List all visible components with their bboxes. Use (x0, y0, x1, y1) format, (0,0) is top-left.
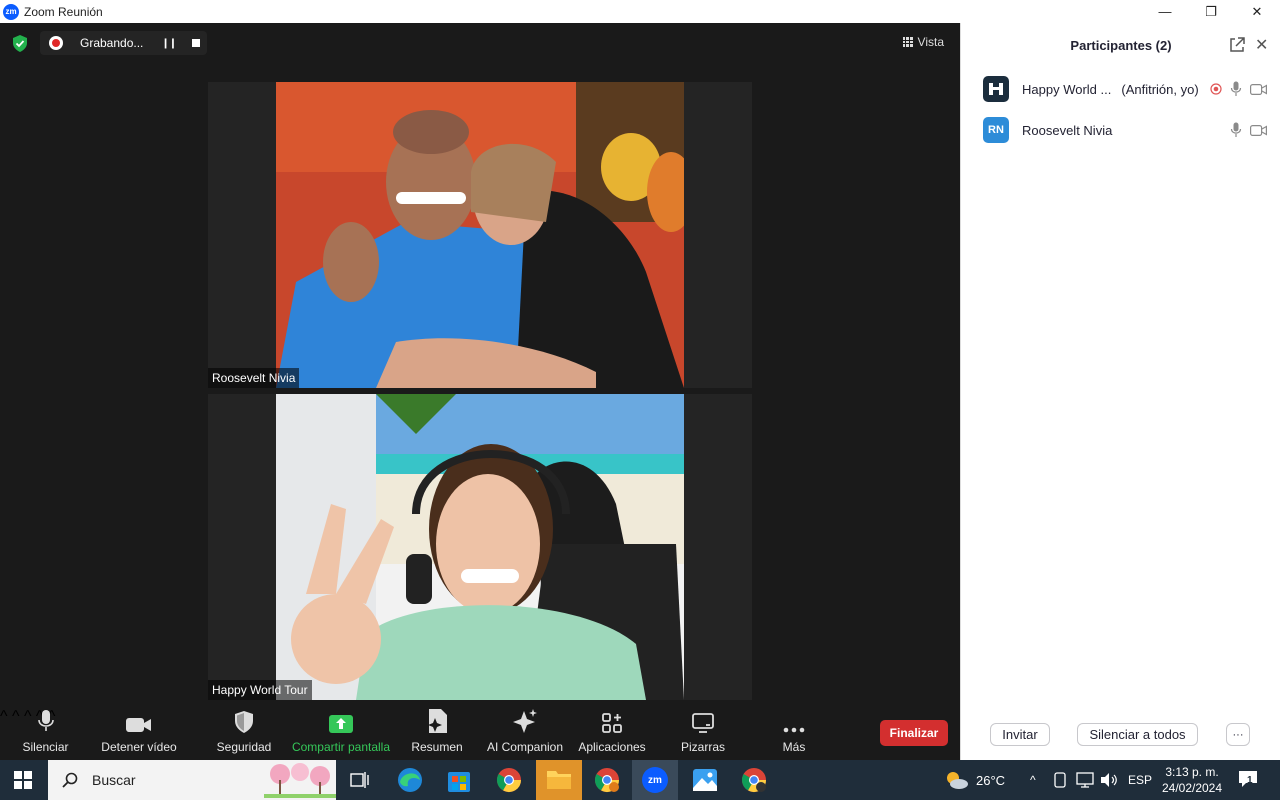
more-button[interactable]: Más (772, 708, 816, 760)
windows-start-icon[interactable] (14, 771, 32, 789)
mute-button[interactable]: Silenciar (18, 708, 73, 760)
restore-button[interactable]: ❐ (1188, 0, 1234, 23)
end-meeting-button[interactable]: Finalizar (880, 720, 948, 746)
partly-cloudy-icon (947, 772, 968, 789)
participant-video-feed (276, 82, 684, 388)
microphone-icon[interactable] (1230, 122, 1242, 138)
meeting-top-strip: Grabando... ❙❙ Vista (0, 23, 960, 63)
summary-button[interactable]: Resumen (410, 708, 464, 760)
video-camera-icon (126, 718, 151, 732)
more-icon (783, 727, 805, 733)
stop-video-button[interactable]: Detener vídeo (100, 708, 178, 760)
folder-icon (547, 771, 571, 789)
participant-row[interactable]: RN Roosevelt Nivia (961, 110, 1280, 150)
temperature-label: 26°C (976, 772, 1006, 788)
participants-more-button[interactable]: ··· (1226, 723, 1250, 746)
microphone-icon[interactable] (1230, 81, 1242, 97)
sparkle-icon (513, 709, 537, 733)
apps-button[interactable]: Aplicaciones (576, 708, 648, 760)
participants-panel: Participantes (2) ✕ Happy World ... (Anfi… (960, 23, 1280, 760)
participant-video-feed (276, 394, 684, 700)
invite-button[interactable]: Invitar (990, 723, 1050, 746)
recording-indicator: Grabando... ❙❙ (40, 31, 207, 55)
participant-name: Happy World ... (Anfitrión, yo) (1022, 81, 1199, 97)
photos-icon[interactable] (691, 766, 719, 794)
video-tile-happy-world-tour[interactable]: Happy World Tour (208, 394, 752, 700)
recording-dot-icon (49, 36, 63, 50)
zoom-taskbar-button[interactable]: zm (632, 760, 678, 800)
minimize-button[interactable]: — (1142, 0, 1188, 23)
search-icon (62, 772, 78, 788)
encryption-shield-icon[interactable] (12, 35, 28, 52)
search-placeholder: Buscar (92, 772, 136, 788)
zoom-app-icon: zm (642, 767, 668, 793)
video-camera-icon[interactable] (1250, 83, 1267, 95)
chrome-guest-icon[interactable] (740, 766, 768, 794)
task-view-icon[interactable] (350, 771, 370, 789)
summary-icon (428, 709, 447, 733)
notification-count: 1 (1247, 775, 1253, 786)
participant-name-label: Roosevelt Nivia (208, 368, 300, 388)
grid-view-icon (902, 37, 913, 47)
view-label: Vista (917, 35, 944, 49)
clock-time: 3:13 p. m. (1165, 765, 1219, 779)
zoom-logo-icon: zm (3, 3, 19, 20)
ai-companion-button[interactable]: AI Companion (484, 708, 566, 760)
recording-status-icon (1210, 83, 1222, 95)
windows-taskbar: Buscar zm 26°C ^ ESP 3:13 p. m. 24/02/20… (0, 760, 1280, 800)
close-panel-icon[interactable]: ✕ (1255, 35, 1268, 55)
stop-recording-icon[interactable] (192, 39, 201, 47)
file-explorer-icon[interactable] (536, 760, 582, 800)
title-bar: zm Zoom Reunión — ❐ ✕ (0, 0, 1280, 23)
meeting-toolbar: Silenciar ^ Detener vídeo ^ Seguridad Co… (0, 708, 960, 760)
weather-widget[interactable]: 26°C (944, 760, 1005, 800)
microsoft-store-icon[interactable] (445, 766, 473, 794)
view-button[interactable]: Vista (902, 35, 944, 49)
clock-date: 24/02/2024 (1161, 781, 1223, 795)
cherry-blossom-search-decoration-icon (264, 763, 336, 798)
language-indicator[interactable]: ESP (1128, 760, 1152, 800)
microphone-icon (37, 710, 54, 731)
apps-icon (602, 713, 622, 733)
security-button[interactable]: Seguridad (214, 708, 274, 760)
shield-icon (235, 711, 253, 733)
video-camera-icon[interactable] (1250, 124, 1267, 136)
happy-world-logo-icon (989, 83, 1003, 95)
taskbar-search-box[interactable]: Buscar (48, 760, 336, 800)
video-tile-roosevelt[interactable]: Roosevelt Nivia (208, 82, 752, 388)
edge-browser-icon[interactable] (396, 766, 424, 794)
whiteboards-button[interactable]: Pizarras (676, 708, 730, 760)
device-icon[interactable] (1053, 772, 1067, 788)
chrome-icon[interactable] (495, 766, 523, 794)
network-icon[interactable] (1076, 772, 1094, 788)
participant-avatar: RN (983, 117, 1009, 143)
pop-out-icon[interactable] (1229, 37, 1245, 53)
share-screen-button[interactable]: Compartir pantalla (288, 708, 394, 760)
participant-name-label: Happy World Tour (208, 680, 312, 700)
chrome-profile-icon[interactable] (593, 766, 621, 794)
audio-options-chevron-icon[interactable]: ^ (0, 708, 8, 725)
mute-all-button[interactable]: Silenciar a todos (1077, 723, 1198, 746)
pause-recording-icon[interactable]: ❙❙ (161, 38, 177, 49)
whiteboard-icon (692, 713, 714, 733)
participant-row[interactable]: Happy World ... (Anfitrión, yo) (961, 69, 1280, 109)
volume-icon[interactable] (1100, 772, 1118, 788)
share-screen-icon (329, 715, 353, 733)
close-window-button[interactable]: ✕ (1234, 0, 1280, 23)
meeting-area: Grabando... ❙❙ Vista Roosevelt Nivia Hap… (0, 23, 960, 760)
notifications-button[interactable]: 1 (1238, 770, 1258, 788)
show-hidden-icons-chevron-icon[interactable]: ^ (1030, 760, 1036, 800)
window-title: Zoom Reunión (24, 4, 103, 19)
recording-label: Grabando... (80, 36, 144, 50)
participants-footer: Invitar Silenciar a todos ··· (961, 723, 1280, 747)
participant-name: Roosevelt Nivia (1022, 122, 1113, 138)
host-avatar-logo (983, 76, 1009, 102)
system-clock[interactable]: 3:13 p. m. 24/02/2024 (1154, 764, 1230, 796)
